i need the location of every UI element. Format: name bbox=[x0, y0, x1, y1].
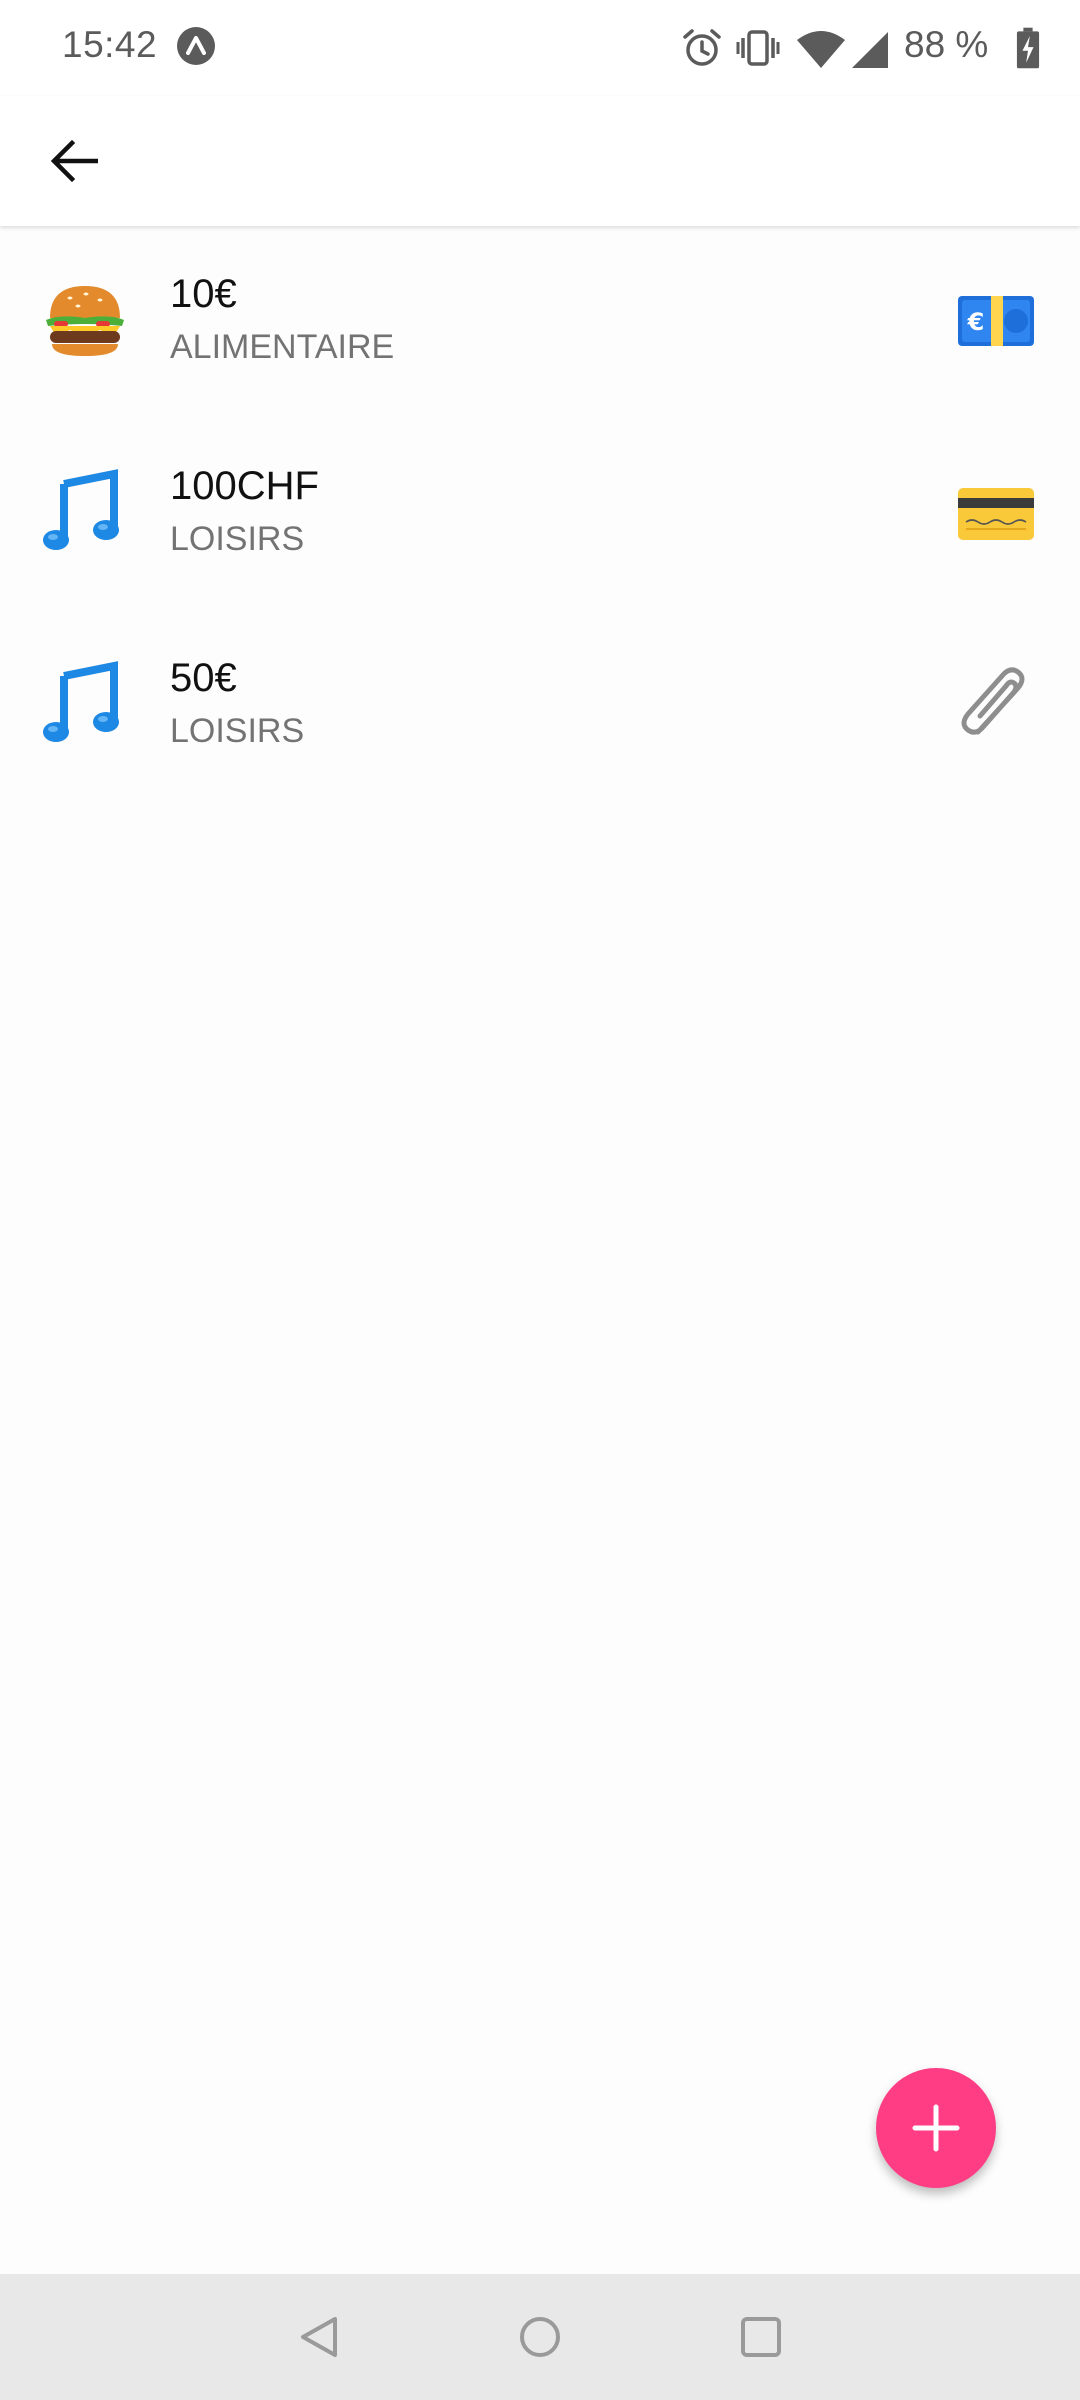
list-item[interactable]: 100CHF LOISIRS bbox=[0, 422, 1080, 614]
row-text: 10€ ALIMENTAIRE bbox=[170, 270, 394, 372]
expense-list: 10€ ALIMENTAIRE € 100CHF LOISIRS 50€ LOI… bbox=[0, 230, 1080, 806]
navigation-bar bbox=[0, 2274, 1080, 2400]
nav-home-button[interactable] bbox=[507, 2304, 573, 2370]
status-bar: 15:42 88 % bbox=[0, 0, 1080, 96]
row-text: 50€ LOISIRS bbox=[170, 654, 304, 756]
list-item[interactable]: 10€ ALIMENTAIRE € bbox=[0, 230, 1080, 422]
battery-charging-icon bbox=[1016, 27, 1040, 69]
expense-amount: 100CHF bbox=[170, 464, 319, 508]
back-triangle-icon bbox=[301, 2317, 337, 2357]
expense-category: LOISIRS bbox=[170, 520, 305, 558]
wifi-icon bbox=[797, 31, 845, 68]
list-item[interactable]: 50€ LOISIRS bbox=[0, 614, 1080, 806]
euro-banknote-icon: € bbox=[958, 296, 1034, 346]
hamburger-icon bbox=[46, 286, 124, 356]
status-time: 15:42 bbox=[62, 24, 158, 65]
expense-amount: 10€ bbox=[170, 272, 237, 316]
nav-back-button[interactable] bbox=[286, 2304, 352, 2370]
app-notification-icon bbox=[177, 27, 215, 65]
paperclip-icon bbox=[961, 667, 1025, 735]
row-text: 100CHF LOISIRS bbox=[170, 462, 319, 564]
svg-text:€: € bbox=[967, 308, 985, 336]
nav-recents-button[interactable] bbox=[728, 2304, 794, 2370]
expense-amount: 50€ bbox=[170, 656, 237, 700]
music-note-icon bbox=[43, 469, 119, 550]
back-button[interactable] bbox=[36, 126, 112, 196]
add-expense-button[interactable] bbox=[876, 2068, 996, 2188]
credit-card-icon bbox=[958, 488, 1034, 540]
app-bar bbox=[0, 96, 1080, 226]
vibrate-icon bbox=[736, 30, 780, 66]
alarm-icon bbox=[683, 29, 721, 66]
plus-icon bbox=[912, 2104, 960, 2152]
recents-square-icon bbox=[741, 2317, 781, 2357]
signal-icon bbox=[852, 32, 888, 68]
expense-category: LOISIRS bbox=[170, 712, 305, 750]
home-circle-icon bbox=[520, 2317, 560, 2357]
expense-category: ALIMENTAIRE bbox=[170, 328, 395, 366]
music-note-icon bbox=[43, 661, 119, 742]
arrow-left-icon bbox=[50, 139, 98, 183]
battery-percentage: 88 % bbox=[904, 24, 989, 65]
